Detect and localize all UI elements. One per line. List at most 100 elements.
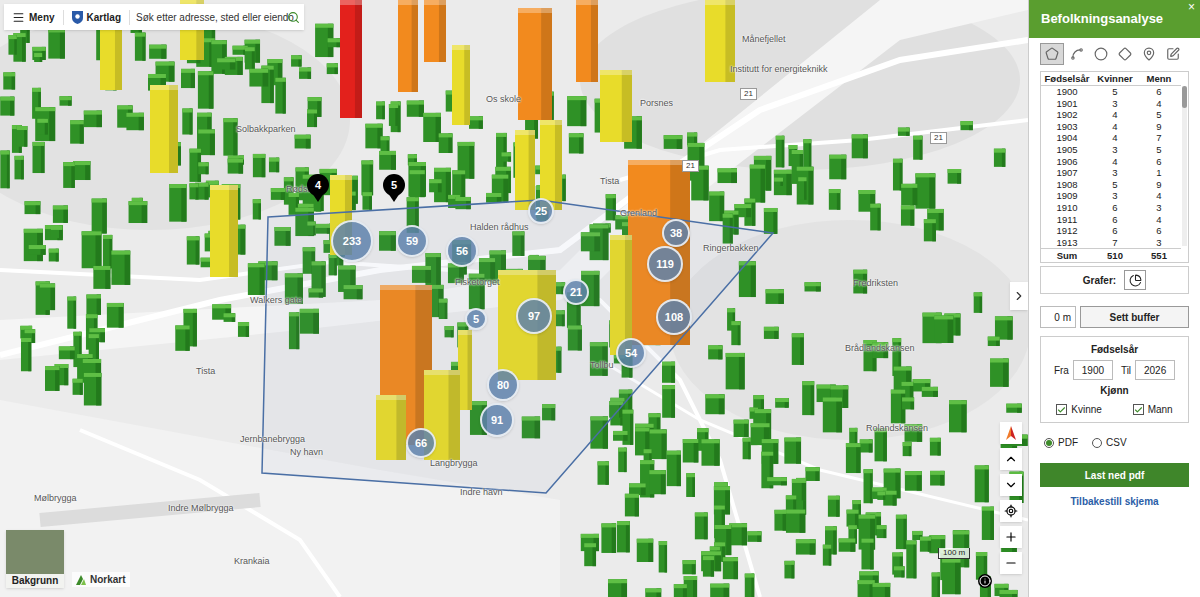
map-pin[interactable]: 5 [383,174,405,202]
tool-button[interactable] [1066,43,1088,65]
building [852,134,868,158]
table-row: 191266 [1041,225,1181,237]
gender-checkbox[interactable]: Kvinne [1056,402,1102,417]
scale-bar: 100 m [938,548,970,559]
gender-checkbox[interactable]: Mann [1133,402,1173,417]
map-label: Rolandskansen [866,423,928,433]
building [569,133,584,153]
building [21,338,31,371]
reset-link[interactable]: Tilbakestill skjema [1040,494,1189,509]
building [729,523,747,545]
chevron-up-icon [1004,452,1018,466]
info-button[interactable] [978,574,992,588]
population-cluster[interactable]: 25 [528,198,554,224]
building [949,400,967,432]
tool-button[interactable] [1090,43,1112,65]
building [601,523,616,553]
building [622,410,633,445]
population-table: FødselsårKvinnerMenn19005619013419024519… [1040,71,1189,263]
population-cluster[interactable]: 97 [516,298,552,334]
zoom-out-button[interactable] [1000,552,1022,574]
building [650,429,667,459]
map-label: Tista [196,366,215,376]
chevron-down-icon [1004,478,1018,492]
pie-chart-icon [1129,274,1142,287]
building [792,333,804,365]
tool-button[interactable] [1138,43,1160,65]
map-canvas [0,0,1028,597]
population-cluster[interactable]: 54 [616,338,646,368]
tilt-up-button[interactable] [1000,448,1022,470]
building [249,69,268,87]
building [915,173,935,208]
set-buffer-button[interactable]: Sett buffer [1080,306,1189,328]
population-cluster[interactable]: 56 [446,235,478,267]
from-year-input[interactable]: 1900 [1073,360,1113,380]
population-cluster[interactable]: 38 [662,219,690,247]
map[interactable]: MånefjelletInstitutt for energiteknikkOs… [0,0,1028,597]
table-row: 190859 [1041,179,1181,191]
building [802,381,814,415]
table-row: 191164 [1041,214,1181,226]
population-cluster[interactable]: 21 [563,279,589,305]
tilt-down-button[interactable] [1000,474,1022,496]
tool-button[interactable] [1162,43,1184,65]
building [327,63,338,74]
population-cluster[interactable]: 108 [656,299,692,335]
compass-icon [1006,426,1016,440]
building [870,204,880,231]
menu-button[interactable]: Meny [4,10,63,25]
building [0,97,14,116]
building [726,353,745,389]
search-icon[interactable] [287,11,300,24]
building [873,583,891,597]
zoom-in-button[interactable] [1000,526,1022,548]
building [659,541,667,572]
building [764,208,777,234]
population-cluster[interactable]: 80 [487,369,519,401]
format-radio[interactable]: CSV [1092,435,1127,450]
format-radio[interactable]: PDF [1044,435,1078,450]
building [776,136,785,168]
building [439,133,453,153]
close-button[interactable]: × [1188,1,1195,13]
population-cluster[interactable]: 233 [331,220,373,262]
population-cluster[interactable]: 66 [406,428,436,458]
tool-button[interactable] [1114,43,1136,65]
building [48,28,65,58]
check-icon [1057,405,1066,415]
building [649,470,665,494]
to-year-input[interactable]: 2026 [1135,360,1175,380]
building [17,126,28,147]
building [994,149,1005,167]
background-button[interactable]: Bakgrunn [6,530,64,588]
building [774,170,792,195]
building [667,451,681,486]
building [613,431,628,441]
population-cluster[interactable]: 119 [647,246,683,282]
building [903,442,912,456]
population-cluster[interactable]: 5 [465,308,487,330]
download-button[interactable]: Last ned pdf [1040,463,1189,487]
building [743,438,751,459]
buffer-input[interactable]: 0 m [1040,306,1076,328]
population-cluster[interactable]: 59 [396,225,428,257]
building [784,438,801,464]
building [683,439,699,462]
search-field[interactable]: Søk etter adresse, sted eller eiendo [129,10,304,25]
building [829,189,840,210]
building [502,152,512,161]
tool-button[interactable] [1040,43,1064,65]
panel-toggle[interactable] [1010,282,1028,310]
layers-button[interactable]: Kartlag [63,10,129,25]
locate-button[interactable] [1000,500,1022,522]
scrollbar[interactable] [1182,86,1187,246]
building [637,539,653,562]
population-cluster[interactable]: 91 [480,403,514,437]
compass-button[interactable] [1000,422,1022,444]
selection-polygon[interactable] [262,200,773,493]
map-pin[interactable]: 4 [307,174,329,202]
table-row: 190245 [1041,109,1181,121]
building [389,104,398,126]
pie-chart-button[interactable] [1124,270,1146,290]
